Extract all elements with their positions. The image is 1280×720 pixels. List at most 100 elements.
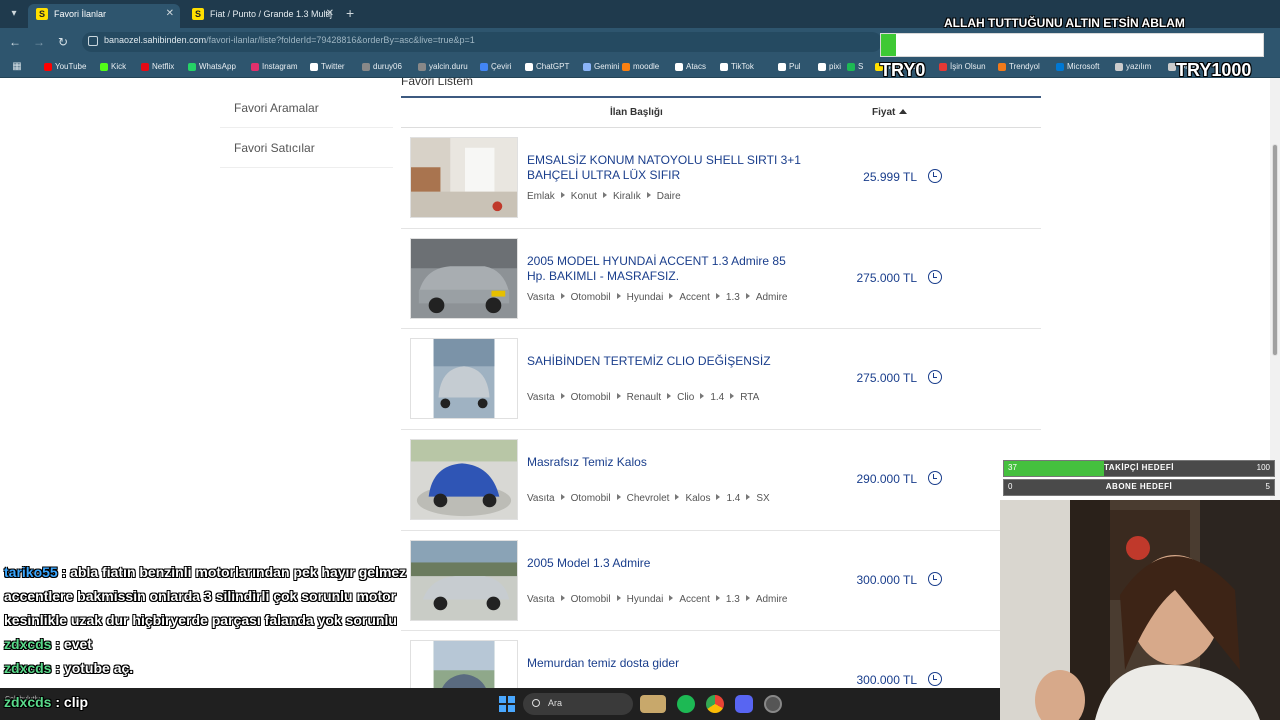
bookmark-label: Trendyol xyxy=(1009,62,1040,71)
listing-thumbnail[interactable] xyxy=(410,237,518,319)
favorites-side-menu: Favori Aramalar Favori Satıcılar xyxy=(220,88,393,168)
tab-favori-ilanlar[interactable]: S Favori İlanlar ✕ xyxy=(28,4,180,28)
column-header-price[interactable]: Fiyat xyxy=(872,107,908,118)
discord-icon[interactable] xyxy=(735,695,753,713)
tab-fiat-punto[interactable]: S Fiat / Punto / Grande 1.3 Multij ✕ xyxy=(184,4,340,28)
price-history-icon[interactable] xyxy=(928,672,942,687)
listing-thumbnail[interactable] xyxy=(410,539,518,621)
subscriber-goal-current: 0 xyxy=(1008,482,1013,491)
sidebar-item-favori-aramalar[interactable]: Favori Aramalar xyxy=(220,88,393,128)
bookmark-youtube[interactable]: YouTube xyxy=(44,60,86,74)
table-row[interactable]: 2005 MODEL HYUNDAİ ACCENT 1.3 Admire 85 … xyxy=(401,229,1041,330)
bookmark--eviri[interactable]: Çeviri xyxy=(480,60,511,74)
table-row[interactable]: Memurdan temiz dosta giderVasıtaOtomobil… xyxy=(401,631,1041,688)
chrome-icon[interactable] xyxy=(706,695,724,713)
category-crumb: 1.3 xyxy=(725,291,740,303)
spotify-icon[interactable] xyxy=(677,695,695,713)
forward-icon[interactable]: → xyxy=(32,35,46,49)
new-tab-button[interactable]: + xyxy=(346,5,354,21)
bookmark-favicon-icon xyxy=(1115,63,1123,71)
bookmark-favicon-icon xyxy=(251,63,259,71)
bookmark-duruy06[interactable]: duruy06 xyxy=(362,60,402,74)
back-icon[interactable]: ← xyxy=(8,35,22,49)
bookmark-microsoft[interactable]: Microsoft xyxy=(1056,60,1099,74)
breadcrumb-arrow-icon xyxy=(700,393,705,400)
bookmark-yalcin-duru[interactable]: yalcin.duru xyxy=(418,60,468,74)
price-history-icon[interactable] xyxy=(928,169,942,183)
table-row[interactable]: EMSALSİZ KONUM NATOYOLU SHELL SIRTI 3+1 … xyxy=(401,128,1041,229)
price-history-icon[interactable] xyxy=(928,269,942,284)
bookmark-label: Atacs xyxy=(686,62,707,71)
bookmark-twitter[interactable]: Twitter xyxy=(310,60,345,74)
bookmark-yaz-l-m[interactable]: yazılım xyxy=(1115,60,1151,74)
weather-widget-icon[interactable] xyxy=(640,695,666,713)
listing-thumbnail[interactable] xyxy=(410,439,518,521)
apps-grid-icon[interactable]: ▦ xyxy=(10,60,24,74)
listing-price: 290.000 TL xyxy=(856,472,918,487)
webcam-image xyxy=(1000,500,1280,720)
bookmark-favicon-icon xyxy=(998,63,1006,71)
close-tab-icon[interactable]: ✕ xyxy=(326,4,334,24)
bookmark-pixi[interactable]: pixi xyxy=(818,60,841,74)
taskbar-search[interactable]: Ara xyxy=(523,693,633,715)
view-toggle-active[interactable] xyxy=(818,78,878,80)
url-text[interactable]: banaozel.sahibinden.com/favori-ilanlar/l… xyxy=(104,35,475,45)
table-row[interactable]: SAHİBİNDEN TERTEMİZ CLIO DEĞİŞENSİZ Vasıt… xyxy=(401,329,1041,431)
bookmark-favicon-icon xyxy=(418,63,426,71)
bookmark-favicon-icon xyxy=(778,63,786,71)
bookmark-atacs[interactable]: Atacs xyxy=(675,60,706,74)
bookmark-label: duruy06 xyxy=(373,62,402,71)
price-history-icon[interactable] xyxy=(928,571,942,586)
bookmark-label: Kick xyxy=(111,62,127,71)
bookmark-s[interactable]: S xyxy=(847,60,863,74)
price-history-icon[interactable] xyxy=(928,471,942,486)
bookmark-gemini[interactable]: Gemini xyxy=(583,60,619,74)
reload-icon[interactable]: ↻ xyxy=(56,35,70,49)
bookmark-trendyol[interactable]: Trendyol xyxy=(998,60,1040,74)
bookmark-instagram[interactable]: Instagram xyxy=(251,60,298,74)
bookmark-pul[interactable]: Pul xyxy=(778,60,801,74)
table-row[interactable]: Masrafsız Temiz Kalos Vasıta Otomobil Chevr… xyxy=(401,430,1041,531)
category-crumb: Vasıta xyxy=(527,493,555,505)
bookmark-i-in-olsun[interactable]: İşin Olsun xyxy=(939,60,986,74)
category-crumb: Emlak xyxy=(527,191,555,202)
table-row[interactable]: 2005 Model 1.3 Admire Vasıta Otomobil Hyund… xyxy=(401,531,1041,632)
bookmark-whatsapp[interactable]: WhatsApp xyxy=(188,60,236,74)
column-header-title[interactable]: İlan Başlığı xyxy=(610,107,663,118)
bookmark-kick[interactable]: Kick xyxy=(100,60,126,74)
listing-thumbnail[interactable] xyxy=(410,338,518,420)
sahibinden-favicon: S xyxy=(192,8,204,20)
chrome-alt-icon[interactable] xyxy=(764,695,782,713)
close-tab-icon[interactable]: ✕ xyxy=(166,4,174,24)
listing-thumbnail[interactable] xyxy=(410,640,518,688)
tab-search-icon[interactable]: ▾ xyxy=(6,6,22,22)
listing-title[interactable]: Masrafsız Temiz Kalos xyxy=(527,455,807,470)
start-icon[interactable] xyxy=(499,696,515,712)
site-info-icon[interactable] xyxy=(88,36,98,46)
bookmark-chatgpt[interactable]: ChatGPT xyxy=(525,60,569,74)
price-history-icon[interactable] xyxy=(928,370,942,385)
category-crumb: Admire xyxy=(755,593,788,605)
bookmark-netflix[interactable]: Netflix xyxy=(141,60,174,74)
address-bar[interactable]: banaozel.sahibinden.com/favori-ilanlar/l… xyxy=(82,32,882,52)
listing-title[interactable]: SAHİBİNDEN TERTEMİZ CLIO DEĞİŞENSİZ xyxy=(527,354,807,369)
chat-text: : yotube aç. xyxy=(51,660,134,676)
chat-username: zdxcds xyxy=(4,694,52,710)
bookmark-favicon-icon xyxy=(1056,63,1064,71)
listing-thumbnail[interactable] xyxy=(410,137,518,218)
bookmark-moodle[interactable]: moodle xyxy=(622,60,659,74)
listing-title[interactable]: 2005 Model 1.3 Admire xyxy=(527,556,807,571)
listing-title[interactable]: 2005 MODEL HYUNDAİ ACCENT 1.3 Admire 85 … xyxy=(527,254,807,284)
view-toggle[interactable] xyxy=(770,78,818,80)
sidebar-item-favori-saticilar[interactable]: Favori Satıcılar xyxy=(220,128,393,168)
breadcrumb-arrow-icon xyxy=(745,594,750,601)
bookmark-label: Çeviri xyxy=(491,62,512,71)
listing-title[interactable]: EMSALSİZ KONUM NATOYOLU SHELL SIRTI 3+1 … xyxy=(527,153,807,183)
category-crumb: Vasıta xyxy=(527,593,555,605)
bookmark-tiktok[interactable]: TikTok xyxy=(720,60,754,74)
listing-title[interactable]: Memurdan temiz dosta gider xyxy=(527,656,807,671)
bookmark-label: Pul xyxy=(789,62,801,71)
category-crumb: Otomobil xyxy=(570,291,611,303)
bookmark-label: moodle xyxy=(633,62,660,71)
scrollbar-thumb[interactable] xyxy=(1272,144,1278,356)
